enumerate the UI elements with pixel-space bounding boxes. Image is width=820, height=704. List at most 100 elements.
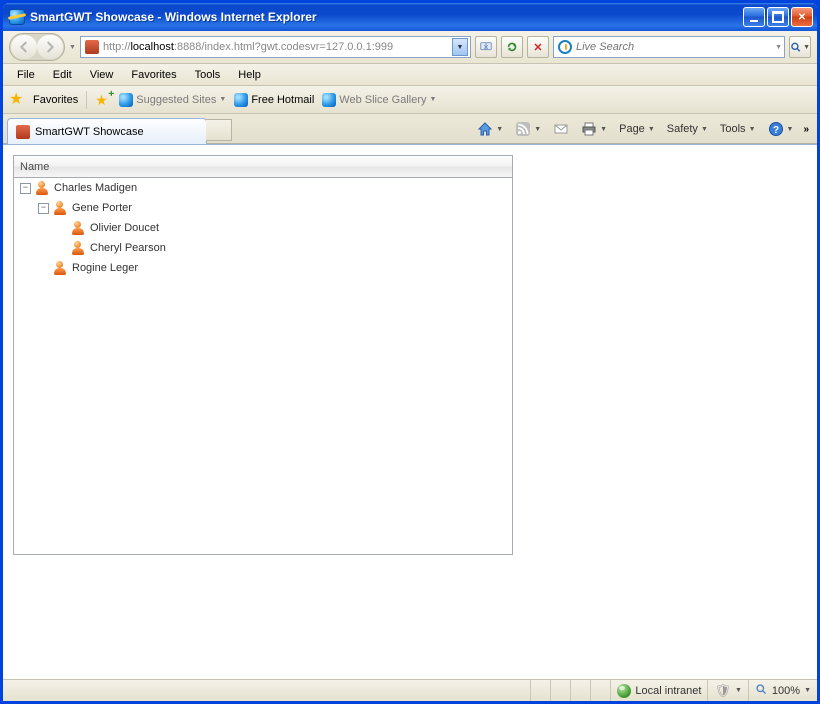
menu-bar: File Edit View Favorites Tools Help [3,64,817,86]
command-bar: ▼ ▼ ▼ Page ▼ Safety ▼ Tools [473,118,811,140]
home-button[interactable]: ▼ [473,118,507,140]
back-button[interactable] [11,35,37,59]
search-go-button[interactable]: ▼ [789,36,811,58]
search-box[interactable]: ▼ [553,36,785,58]
collapse-toggle[interactable]: − [38,203,49,214]
ie-icon [234,93,248,107]
help-button[interactable]: ? ▼ [764,118,798,140]
maximize-button[interactable] [767,7,789,27]
feeds-button[interactable]: ▼ [511,118,545,140]
site-favicon-icon [85,40,99,54]
menu-view[interactable]: View [82,67,122,83]
titlebar: SmartGWT Showcase - Windows Internet Exp… [3,3,817,31]
tree-row[interactable]: Cheryl Pearson [14,238,512,258]
compat-view-button[interactable] [475,36,497,58]
chevron-down-icon: ▼ [219,96,226,103]
star-icon: ★ [9,92,25,108]
overflow-button[interactable]: » [801,124,811,135]
status-seg [550,680,570,701]
search-provider-dropdown[interactable]: ▼ [775,44,782,51]
chevron-down-icon: ▼ [749,126,756,133]
menu-edit[interactable]: Edit [45,67,80,83]
menu-favorites[interactable]: Favorites [123,67,184,83]
page-menu[interactable]: Page ▼ [615,118,659,140]
print-button[interactable]: ▼ [577,118,611,140]
zone-label: Local intranet [635,685,701,697]
fav-suggested-sites[interactable]: Suggested Sites ▼ [119,93,226,107]
tree-node-label: Charles Madigen [54,182,137,194]
tree-row[interactable]: − Gene Porter [14,198,512,218]
ie-icon [322,93,336,107]
person-icon [71,221,85,235]
favorites-bar: ★ Favorites ★ Suggested Sites ▼ Free Hot… [3,86,817,114]
chevron-down-icon: ▼ [430,96,437,103]
status-bar: Local intranet 🛡 ▼ 100% ▼ [3,679,817,701]
tools-menu[interactable]: Tools ▼ [716,118,760,140]
tab-smartgwt-showcase[interactable]: SmartGWT Showcase [7,118,207,144]
svg-text:?: ? [772,125,778,136]
compat-icon [479,40,493,54]
menu-help[interactable]: Help [230,67,269,83]
nav-arrows [9,33,65,61]
ie-logo-icon [9,9,25,25]
treegrid-body: −Charles Madigen−Gene PorterOlivier Douc… [14,178,512,554]
status-seg [590,680,610,701]
window-controls [743,7,813,27]
back-icon [17,40,31,54]
tab-favicon-icon [16,125,30,139]
treegrid-header-name[interactable]: Name [14,156,512,178]
ie-icon [119,93,133,107]
mail-icon [553,121,569,137]
collapse-toggle[interactable]: − [20,183,31,194]
fav-web-slice-gallery[interactable]: Web Slice Gallery ▼ [322,93,436,107]
person-icon [71,241,85,255]
nav-toolbar: ▼ http://localhost:8888/index.html?gwt.c… [3,31,817,64]
refresh-button[interactable] [501,36,523,58]
zoom-control[interactable]: 100% ▼ [748,680,817,701]
menu-tools[interactable]: Tools [187,67,229,83]
favorites-label[interactable]: Favorites [33,94,78,106]
address-bar[interactable]: http://localhost:8888/index.html?gwt.cod… [80,36,471,58]
tree-leaf-spacer [56,223,67,234]
tree-row[interactable]: Olivier Doucet [14,218,512,238]
safety-menu[interactable]: Safety ▼ [663,118,712,140]
tree-leaf-spacer [38,263,49,274]
add-favorite-icon[interactable]: ★ [95,92,111,108]
read-mail-button[interactable] [549,118,573,140]
tree-row[interactable]: − Charles Madigen [14,178,512,198]
search-input[interactable] [576,41,771,53]
print-icon [581,121,597,137]
tree-node-label: Gene Porter [72,202,132,214]
forward-button[interactable] [37,35,63,59]
minimize-button[interactable] [743,7,765,27]
nav-history-dropdown[interactable]: ▼ [69,44,76,51]
tree-row[interactable]: Rogine Leger [14,258,512,278]
zoom-icon [755,683,768,699]
protected-mode[interactable]: 🛡 ▼ [707,680,747,701]
window-title: SmartGWT Showcase - Windows Internet Exp… [30,10,743,24]
stop-button[interactable]: ✕ [527,36,549,58]
browser-window: SmartGWT Showcase - Windows Internet Exp… [3,3,817,701]
rss-icon [515,121,531,137]
globe-icon [617,684,631,698]
security-zone[interactable]: Local intranet [610,680,707,701]
fav-free-hotmail[interactable]: Free Hotmail [234,93,314,107]
chevron-down-icon: ▼ [496,126,503,133]
search-icon [790,41,802,54]
chevron-down-icon: ▼ [804,687,811,694]
address-dropdown[interactable]: ▼ [452,38,468,56]
person-icon [35,181,49,195]
page-content: Name −Charles Madigen−Gene PorterOlivier… [3,144,817,679]
employee-treegrid[interactable]: Name −Charles Madigen−Gene PorterOlivier… [13,155,513,555]
close-button[interactable] [791,7,813,27]
person-icon [53,201,67,215]
chevron-down-icon: ▼ [787,126,794,133]
home-icon [477,121,493,137]
tab-bar: SmartGWT Showcase ▼ ▼ ▼ Page ▼ [3,114,817,144]
forward-icon [43,40,57,54]
chevron-down-icon: ▼ [534,126,541,133]
status-seg [570,680,590,701]
menu-file[interactable]: File [9,67,43,83]
new-tab-button[interactable] [206,119,232,141]
url-text: http://localhost:8888/index.html?gwt.cod… [103,41,448,53]
